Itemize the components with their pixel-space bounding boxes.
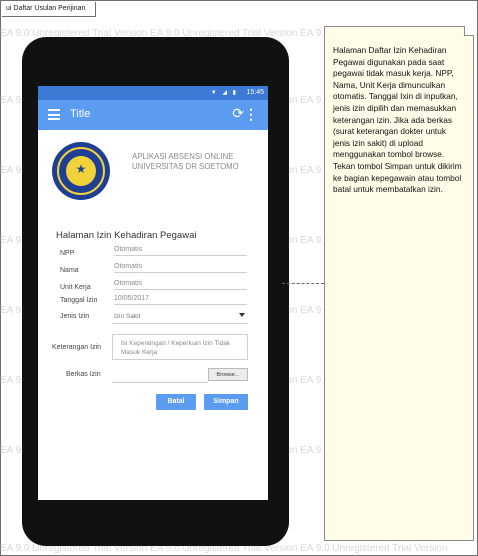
keterangan-izin-input[interactable]: Isi Kepentingan / Keperluan Izin Tidak M…: [112, 334, 248, 360]
keterangan-izin-label: Keterangan Izin: [52, 344, 102, 351]
npp-field[interactable]: Otomatis: [114, 246, 247, 256]
status-icons: ▼ ◢ ▮: [210, 90, 238, 96]
more-icon[interactable]: ⋮: [244, 106, 258, 123]
app-name: APLIKASI ABSENSI ONLINE UNIVERSITAS DR S…: [132, 152, 239, 171]
app-bar: Title ⟳ ⋮: [38, 100, 268, 130]
tanggal-izin-field[interactable]: 10/05/2017: [114, 295, 247, 305]
university-logo: ★: [52, 142, 110, 200]
browse-button[interactable]: Browse...: [208, 368, 248, 381]
form-title: Halaman Izin Kehadiran Pegawai: [56, 230, 197, 241]
jenis-izin-select[interactable]: Izin Sakit: [112, 310, 248, 324]
note-connector: [282, 283, 324, 284]
note-fold: [464, 26, 474, 36]
jenis-izin-value: Izin Sakit: [114, 313, 141, 320]
jenis-izin-label: Jenis Izin: [60, 313, 90, 320]
chevron-down-icon: [239, 313, 245, 317]
app-bar-title: Title: [70, 108, 91, 120]
batal-button[interactable]: Batal: [156, 394, 196, 410]
nama-label: Nama: [60, 267, 79, 274]
unit-kerja-field[interactable]: Otomatis: [114, 280, 247, 290]
unit-kerja-label: Unit Kerja: [60, 284, 91, 291]
logo-emblem-icon: ★: [75, 162, 87, 176]
simpan-button[interactable]: Simpan: [204, 394, 248, 410]
tanggal-izin-label: Tanggal Izin: [60, 297, 98, 304]
phone-screen: ▼ ◢ ▮ 15:45 Title ⟳ ⋮ ★ APLIKASI ABSENSI…: [38, 86, 268, 500]
frame-label: ui Daftar Usulan Perijinan: [2, 2, 97, 17]
status-time: 15:45: [246, 89, 264, 96]
note-box: Halaman Daftar Izin Kehadiran Pegawai di…: [324, 26, 474, 541]
refresh-icon[interactable]: ⟳: [232, 105, 244, 122]
berkas-izin-label: Berkas Izin: [66, 371, 101, 378]
nama-field[interactable]: Otomatis: [114, 263, 247, 273]
note-text: Halaman Daftar Izin Kehadiran Pegawai di…: [333, 45, 462, 195]
status-bar: ▼ ◢ ▮ 15:45: [38, 86, 268, 100]
menu-icon[interactable]: [48, 109, 60, 120]
berkas-izin-file-field[interactable]: [112, 368, 208, 383]
npp-label: NPP: [60, 250, 75, 257]
